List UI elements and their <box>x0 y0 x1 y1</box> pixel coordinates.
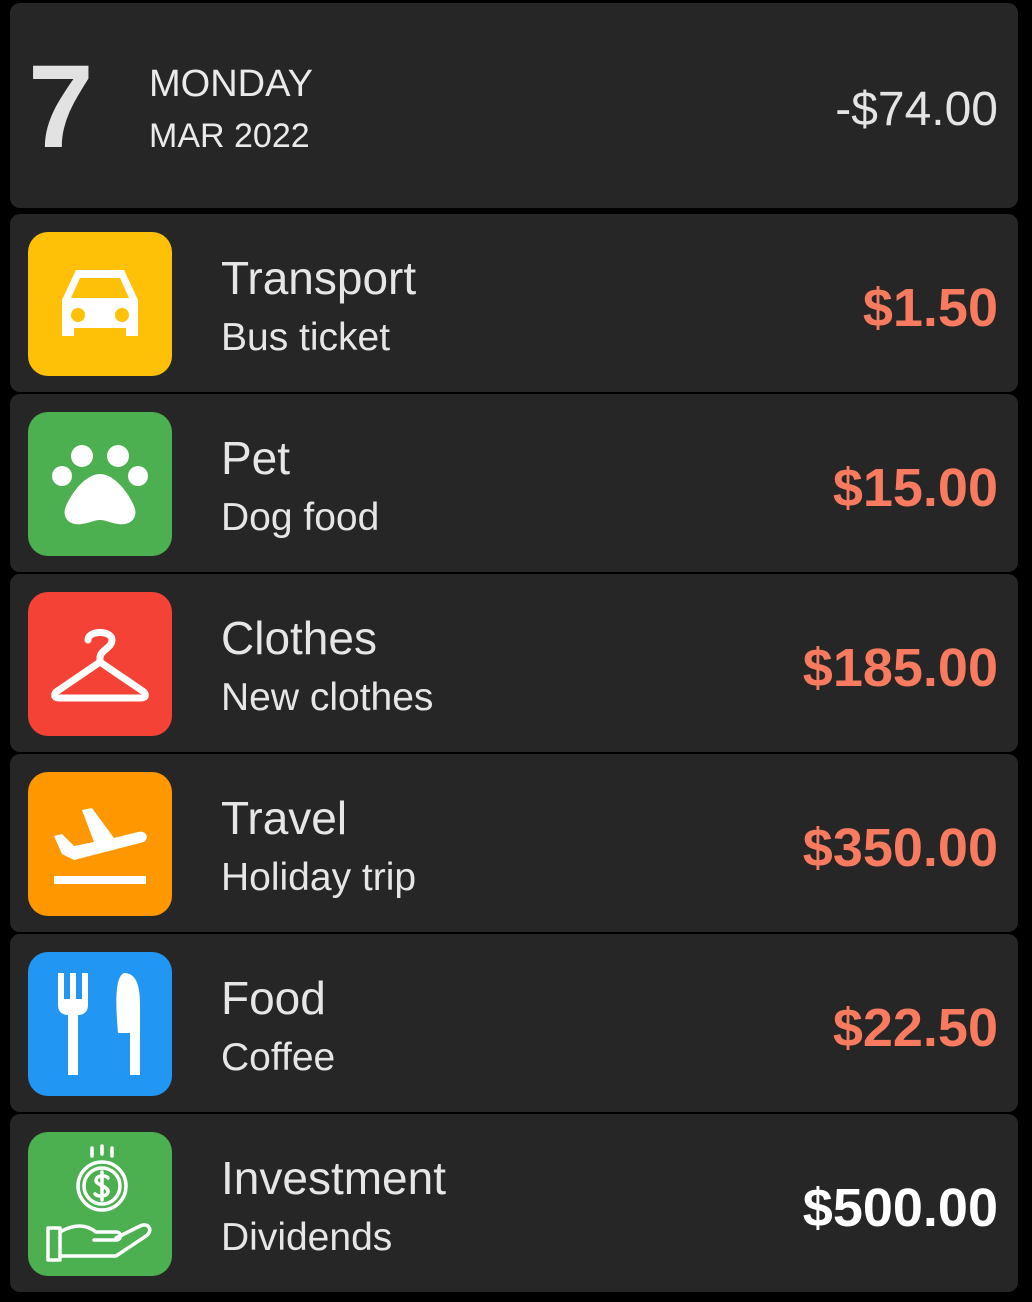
day-total: -$74.00 <box>835 83 998 136</box>
category-icon-tile <box>28 232 172 376</box>
transaction-note: New clothes <box>221 676 434 719</box>
transaction-note: Bus ticket <box>221 316 391 359</box>
transaction-amount: $22.50 <box>832 998 998 1058</box>
category-label: Investment <box>221 1152 446 1204</box>
fork-knife-icon <box>58 973 140 1075</box>
weekday-label: MONDAY <box>149 63 313 105</box>
transaction-note: Dog food <box>221 496 380 539</box>
coin-hand-icon <box>46 1144 152 1262</box>
category-icon-tile <box>28 592 172 736</box>
transaction-row[interactable]: Investment Dividends $500.00 <box>10 1114 1018 1292</box>
transaction-row[interactable]: Pet Dog food $15.00 <box>10 394 1018 572</box>
transaction-note: Dividends <box>221 1216 393 1259</box>
transaction-note: Coffee <box>221 1036 336 1079</box>
category-label: Pet <box>221 432 291 484</box>
transaction-row[interactable]: Transport Bus ticket $1.50 <box>10 214 1018 392</box>
car-icon <box>62 270 138 336</box>
paw-icon <box>52 445 148 525</box>
category-icon-tile <box>28 412 172 556</box>
transaction-amount: $15.00 <box>832 458 998 518</box>
transaction-row[interactable]: Food Coffee $22.50 <box>10 934 1018 1112</box>
category-icon-tile <box>28 772 172 916</box>
category-icon-tile <box>28 952 172 1096</box>
month-year-label: MAR 2022 <box>149 117 310 155</box>
hanger-icon <box>51 629 149 702</box>
category-label: Transport <box>221 252 417 304</box>
transaction-amount: $350.00 <box>802 818 998 878</box>
transaction-amount: $185.00 <box>802 638 998 698</box>
day-number: 7 <box>28 41 94 173</box>
transaction-row[interactable]: Travel Holiday trip $350.00 <box>10 754 1018 932</box>
transaction-note: Holiday trip <box>221 856 417 899</box>
category-label: Travel <box>221 792 348 844</box>
category-label: Clothes <box>221 612 377 664</box>
transaction-amount: $500.00 <box>802 1178 998 1238</box>
category-label: Food <box>221 972 326 1024</box>
transaction-row[interactable]: Clothes New clothes $185.00 <box>10 574 1018 752</box>
transaction-amount: $1.50 <box>862 278 998 338</box>
plane-departure-icon <box>54 808 147 884</box>
category-icon-tile <box>28 1132 172 1276</box>
day-header: 7 MONDAY MAR 2022 -$74.00 <box>10 3 1018 208</box>
